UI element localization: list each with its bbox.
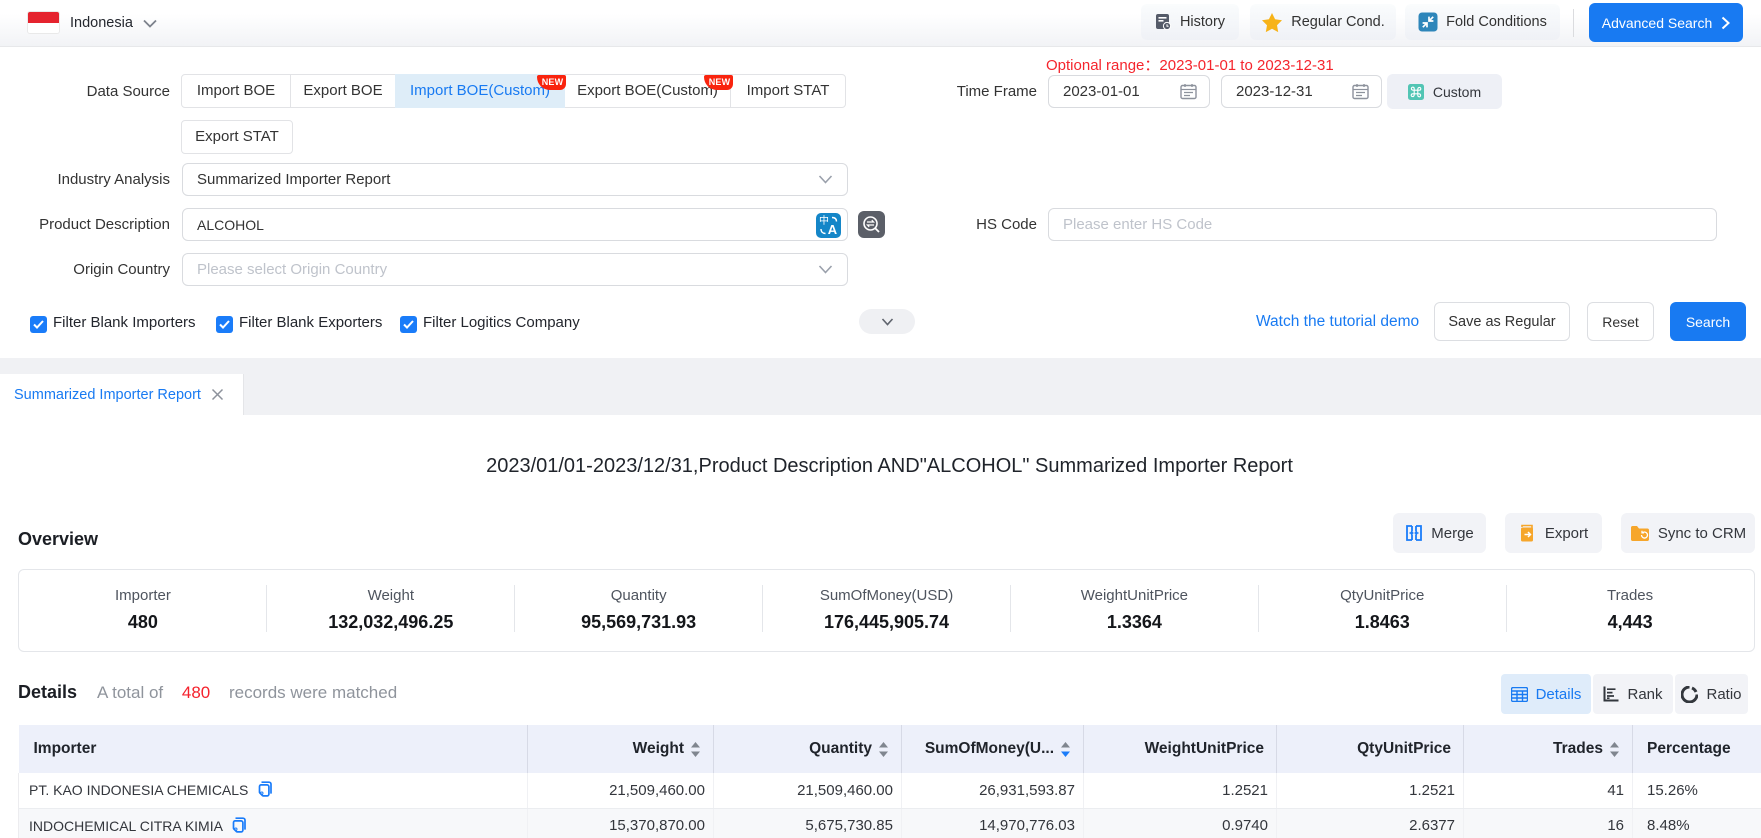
svg-text:A: A [828,222,838,237]
